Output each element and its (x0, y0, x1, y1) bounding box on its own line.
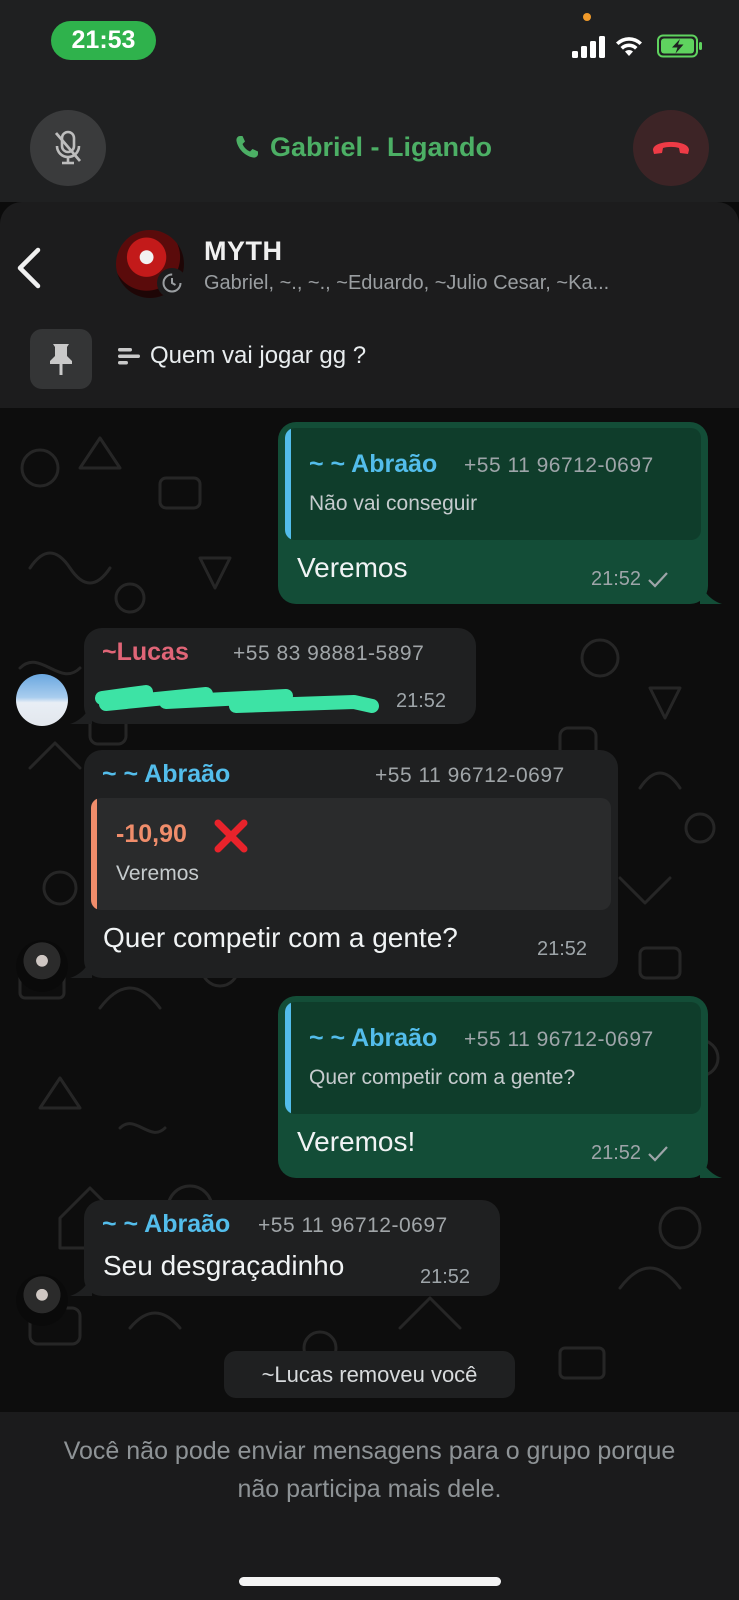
message-time: 21:52 (420, 1266, 471, 1288)
quote-author: ~ ~ Abraão (309, 450, 438, 478)
cannot-send-notice: Você não pode enviar mensagens para o gr… (63, 1437, 676, 1503)
quote-text: Quer competir com a gente? (309, 1066, 576, 1089)
check-icon (648, 1145, 668, 1162)
bottom-panel: Você não pode enviar mensagens para o gr… (0, 1412, 739, 1600)
quote-accent-bar (91, 798, 97, 910)
sender-name[interactable]: ~ ~ Abraão (102, 1210, 230, 1239)
phone-icon (236, 136, 258, 158)
quote-accent-bar (285, 428, 291, 540)
avatar-abraao[interactable] (16, 1274, 68, 1326)
check-icon (648, 571, 668, 588)
wifi-icon (616, 37, 642, 56)
status-bar: 21:53 (0, 0, 739, 92)
sender-name[interactable]: ~Lucas (102, 638, 189, 667)
quote-text: Não vai conseguir (309, 492, 478, 515)
pinned-message-text: Quem vai jogar gg ? (150, 342, 367, 369)
message-text: Quer competir com a gente? (103, 922, 458, 953)
avatar-lucas[interactable] (16, 674, 68, 726)
message-time: 21:52 (591, 568, 669, 591)
bubble-tail (70, 956, 92, 978)
quote-author: ~ ~ Abraão (309, 1024, 438, 1052)
privacy-indicator-dot (583, 13, 591, 21)
sender-phone: +55 11 96712-0697 (258, 1214, 448, 1237)
pin-button[interactable] (30, 329, 92, 389)
pinned-message[interactable]: Quem vai jogar gg ? (118, 342, 366, 370)
signal-icon (572, 36, 605, 58)
sender-phone: +55 83 98881-5897 (233, 642, 425, 665)
end-call-icon (653, 142, 689, 154)
chat-area[interactable]: ~ ~ Abraão +55 11 96712-0697 Não vai con… (0, 408, 739, 1412)
back-icon[interactable] (14, 246, 44, 290)
pinned-list-icon (118, 348, 140, 365)
message-time: 21:52 (537, 938, 588, 960)
quoted-message[interactable] (285, 428, 701, 540)
home-indicator[interactable] (239, 1577, 501, 1586)
avatar-abraao[interactable] (16, 940, 68, 992)
call-bar: Gabriel - Ligando (0, 92, 739, 202)
quoted-message[interactable] (91, 798, 611, 910)
quote-amount: -10,90 (116, 820, 187, 848)
battery-charging-icon (657, 34, 702, 58)
message-text: Veremos (297, 552, 408, 583)
call-status[interactable]: Gabriel - Ligando (234, 125, 492, 169)
end-call-button[interactable] (633, 110, 709, 186)
mute-button[interactable] (30, 110, 106, 186)
group-members[interactable]: Gabriel, ~., ~., ~Eduardo, ~Julio Cesar,… (204, 272, 694, 295)
message-text: Veremos! (297, 1126, 416, 1157)
quote-text: Veremos (116, 862, 199, 885)
quoted-message[interactable] (285, 1002, 701, 1114)
message-time: 21:52 (396, 690, 447, 712)
bubble-tail (70, 1274, 92, 1296)
quote-accent-bar (285, 1002, 291, 1114)
quote-phone: +55 11 96712-0697 (464, 1028, 654, 1051)
message-text: Seu desgraçadinho (103, 1250, 345, 1281)
sender-name[interactable]: ~ ~ Abraão (102, 760, 230, 789)
disappearing-messages-icon (157, 268, 187, 298)
microphone-off-icon (54, 130, 82, 165)
bubble-tail (700, 1156, 722, 1178)
message-time: 21:52 (591, 1142, 669, 1165)
pin-icon (50, 344, 72, 375)
bubble-tail (700, 582, 722, 604)
call-title-text: Gabriel - Ligando (270, 131, 493, 162)
quote-phone: +55 11 96712-0697 (464, 454, 654, 477)
redacted-text-scribble (95, 685, 379, 713)
sender-phone: +55 11 96712-0697 (375, 764, 565, 787)
chat-header: MYTH Gabriel, ~., ~., ~Eduardo, ~Julio C… (0, 202, 739, 408)
cross-mark-icon (214, 819, 248, 853)
group-name[interactable]: MYTH (204, 236, 283, 267)
system-notice: ~Lucas removeu você (224, 1351, 515, 1398)
message-time-text: 21:52 (591, 568, 642, 590)
status-time[interactable]: 21:53 (51, 21, 156, 60)
message-time-text: 21:52 (591, 1142, 642, 1164)
